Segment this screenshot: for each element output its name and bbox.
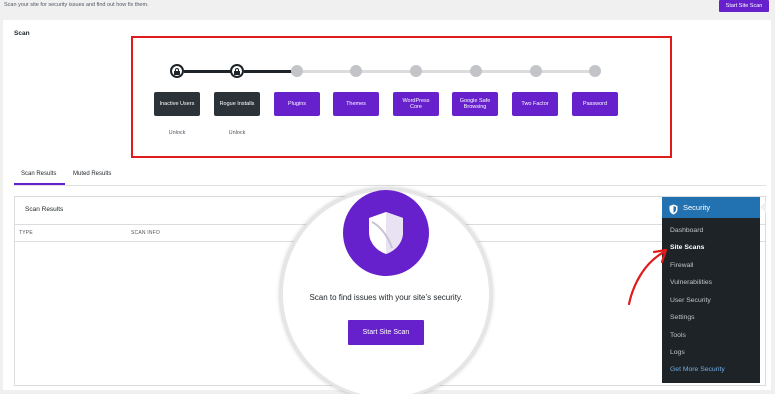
- column-header-type: TYPE: [19, 230, 33, 236]
- step-rogue-installs[interactable]: Rogue Installs: [214, 92, 260, 116]
- menu-item-dashboard[interactable]: Dashboard: [670, 227, 703, 234]
- shield-badge: [343, 190, 429, 276]
- step-node-locked: [230, 64, 244, 78]
- shield-icon: [669, 202, 678, 215]
- scan-prompt-message: Scan to find issues with your site’s sec…: [309, 293, 463, 302]
- lock-icon: [234, 67, 240, 75]
- page-topbar: Scan your site for security issues and f…: [0, 0, 775, 14]
- step-node-locked: [170, 64, 184, 78]
- step-password[interactable]: Password: [572, 92, 618, 116]
- unlock-link[interactable]: Unlock: [214, 130, 260, 136]
- step-two-factor[interactable]: Two Factor: [512, 92, 558, 116]
- scan-results-title: Scan Results: [25, 206, 64, 213]
- unlock-link[interactable]: Unlock: [154, 130, 200, 136]
- step-inactive-users[interactable]: Inactive Users: [154, 92, 200, 116]
- menu-item-tools[interactable]: Tools: [670, 332, 686, 339]
- menu-item-settings[interactable]: Settings: [670, 314, 695, 321]
- scan-title: Scan: [14, 30, 30, 37]
- step-wordpress-core[interactable]: WordPress Core: [393, 92, 439, 116]
- annotation-arrow: [627, 248, 668, 306]
- menu-item-logs[interactable]: Logs: [670, 349, 685, 356]
- step-node: [291, 65, 303, 77]
- step-google-safe-browsing[interactable]: Google Safe Browsing: [452, 92, 498, 116]
- menu-item-get-more-security[interactable]: Get More Security: [670, 366, 725, 373]
- step-node: [350, 65, 362, 77]
- menu-header-security[interactable]: Security: [662, 197, 760, 218]
- tab-muted-results[interactable]: Muted Results: [73, 171, 111, 177]
- step-node: [410, 65, 422, 77]
- menu-pointer: [760, 201, 766, 213]
- progress-track-segment: [184, 70, 236, 73]
- start-site-scan-button-large[interactable]: Start Site Scan: [348, 320, 424, 345]
- step-node: [530, 65, 542, 77]
- menu-header-label: Security: [683, 203, 711, 212]
- step-themes[interactable]: Themes: [333, 92, 379, 116]
- page-description: Scan your site for security issues and f…: [4, 2, 149, 8]
- lock-icon: [174, 67, 180, 75]
- progress-track-segment: [300, 70, 592, 73]
- step-plugins[interactable]: Plugins: [274, 92, 320, 116]
- start-site-scan-button[interactable]: Start Site Scan: [719, 0, 769, 12]
- tabs-divider: [14, 185, 766, 186]
- progress-track-segment: [244, 70, 294, 73]
- shield-icon: [369, 212, 403, 254]
- tab-scan-results[interactable]: Scan Results: [21, 171, 56, 177]
- step-node: [470, 65, 482, 77]
- step-node: [589, 65, 601, 77]
- column-header-scan-info: SCAN INFO: [131, 230, 161, 236]
